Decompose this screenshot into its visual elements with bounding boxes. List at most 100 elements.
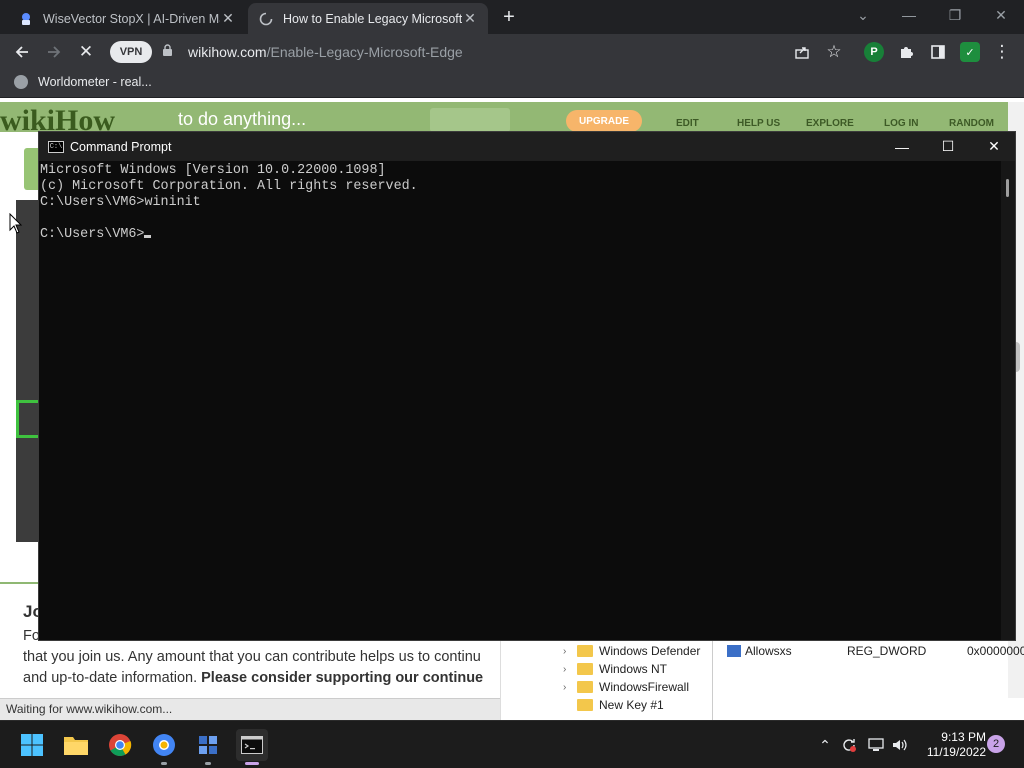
globe-icon xyxy=(14,75,28,89)
registry-editor-icon[interactable] xyxy=(192,729,224,765)
console-prompt-line: C:\Users\VM6> xyxy=(40,227,1003,243)
cmd-console-output[interactable]: Microsoft Windows [Version 10.0.22000.10… xyxy=(39,161,1003,640)
folder-icon xyxy=(577,699,593,711)
clock-date: 11/19/2022 xyxy=(926,745,986,759)
running-indicator xyxy=(205,762,211,765)
stop-loading-icon[interactable]: ✕ xyxy=(72,38,100,66)
sync-alert-icon[interactable] xyxy=(839,735,859,755)
shield-check-icon[interactable]: ✓ xyxy=(960,42,980,62)
close-window-icon[interactable]: ✕ xyxy=(978,0,1024,30)
tab-wisevector[interactable]: WiseVector StopX | AI-Driven Ma ✕ xyxy=(8,3,246,34)
console-line: C:\Users\VM6>wininit xyxy=(40,195,201,210)
donate-line-3-text: and up-to-date information. xyxy=(23,670,202,686)
side-panel-icon[interactable] xyxy=(924,38,952,66)
registry-key-label: New Key #1 xyxy=(599,698,664,712)
maximize-icon[interactable]: ☐ xyxy=(925,132,971,161)
registry-key-windows-nt[interactable]: › Windows NT xyxy=(563,662,667,676)
search-button[interactable] xyxy=(430,108,510,132)
forward-icon[interactable] xyxy=(40,38,68,66)
folder-icon xyxy=(577,681,593,693)
registry-tree: › Windows Defender › Windows NT › WindowsFi… xyxy=(553,638,713,720)
registry-editor-window: › Windows Defender › Windows NT › WindowsFi… xyxy=(500,638,1024,720)
chevron-right-icon[interactable]: › xyxy=(563,664,573,675)
tab-title: How to Enable Legacy Microsoft xyxy=(283,11,462,26)
chevron-right-icon[interactable]: › xyxy=(563,682,573,693)
command-prompt-window[interactable]: C:\ Command Prompt — ☐ ✕ Microsoft Windo… xyxy=(38,131,1016,641)
registry-value-row[interactable]: Allowsxs xyxy=(727,644,792,658)
file-explorer-icon[interactable] xyxy=(60,729,92,761)
bookmark-star-icon[interactable]: ☆ xyxy=(820,38,848,66)
wikihow-header: wikiHow to do anything... UPGRADE EDIT H… xyxy=(0,102,1008,137)
nav-edit[interactable]: EDIT xyxy=(676,118,699,129)
close-tab-icon[interactable]: ✕ xyxy=(462,10,478,27)
registry-key-label: Windows NT xyxy=(599,662,668,676)
nav-help-us[interactable]: HELP US xyxy=(737,118,780,129)
cmd-window-title: Command Prompt xyxy=(70,139,172,154)
registry-key-windowsfirewall[interactable]: › WindowsFirewall xyxy=(563,680,689,694)
nav-log-in[interactable]: LOG IN xyxy=(884,118,918,129)
extension-p-icon[interactable]: P xyxy=(864,42,884,62)
windows-taskbar: ⌃ 9:13 PM 11/19/2022 2 xyxy=(0,720,1024,768)
registry-value-type: REG_DWORD xyxy=(847,644,927,658)
command-prompt-taskbar-icon[interactable] xyxy=(236,729,268,765)
menu-kebab-icon[interactable]: ⋮ xyxy=(988,38,1016,66)
wisevector-icon xyxy=(18,11,34,27)
nav-explore[interactable]: EXPLORE xyxy=(806,118,854,129)
new-tab-button[interactable]: + xyxy=(498,6,520,28)
chrome-icon[interactable] xyxy=(104,729,136,761)
notification-badge[interactable]: 2 xyxy=(987,735,1005,753)
registry-value-data: 0x0000000 xyxy=(967,644,1024,658)
wikihow-tagline: to do anything... xyxy=(178,109,307,129)
tab-title: WiseVector StopX | AI-Driven Ma xyxy=(43,11,220,26)
bookmarks-bar: Worldometer - real... xyxy=(0,70,1024,98)
chrome-profile-icon[interactable] xyxy=(148,729,180,765)
browser-status-bar: Waiting for www.wikihow.com... xyxy=(0,698,500,720)
url-host: wikihow.com xyxy=(188,44,267,60)
text-cursor xyxy=(144,235,152,238)
mouse-cursor-icon xyxy=(9,213,23,234)
browser-tab-strip: WiseVector StopX | AI-Driven Ma ✕ How to… xyxy=(0,0,1024,34)
folder-icon xyxy=(577,645,593,657)
nav-random[interactable]: RANDOM xyxy=(949,118,994,129)
folder-icon xyxy=(577,663,593,675)
console-prompt: C:\Users\VM6> xyxy=(40,227,145,242)
registry-key-new-key[interactable]: New Key #1 xyxy=(563,698,664,712)
bookmark-worldometer[interactable]: Worldometer - real... xyxy=(14,75,152,89)
close-icon[interactable]: ✕ xyxy=(971,132,1017,161)
cmd-title-bar[interactable]: C:\ Command Prompt — ☐ ✕ xyxy=(39,132,1015,161)
tab-wikihow[interactable]: How to Enable Legacy Microsoft ✕ xyxy=(248,3,488,34)
active-indicator xyxy=(245,762,259,765)
restore-icon[interactable]: ❐ xyxy=(932,0,978,30)
registry-value-name: Allowsxs xyxy=(745,644,792,658)
extensions-puzzle-icon[interactable] xyxy=(892,38,920,66)
console-line: (c) Microsoft Corporation. All rights re… xyxy=(40,179,418,194)
start-windows-icon[interactable] xyxy=(16,729,48,761)
minimize-icon[interactable]: — xyxy=(879,132,925,161)
bookmark-label: Worldometer - real... xyxy=(38,75,152,89)
clock-time: 9:13 PM xyxy=(941,730,986,744)
dword-icon xyxy=(727,645,741,657)
registry-key-windows-defender[interactable]: › Windows Defender xyxy=(563,644,700,658)
donate-line-2: that you join us. Any amount that you ca… xyxy=(23,649,481,665)
cmd-scrollbar[interactable] xyxy=(1001,161,1015,640)
upgrade-button[interactable]: UPGRADE xyxy=(566,110,642,132)
minimize-icon[interactable]: — xyxy=(886,0,932,30)
registry-key-label: Windows Defender xyxy=(599,644,701,658)
chevron-right-icon[interactable]: › xyxy=(563,646,573,657)
url-path: /Enable-Legacy-Microsoft-Edge xyxy=(266,44,463,60)
lock-icon xyxy=(162,44,176,60)
close-tab-icon[interactable]: ✕ xyxy=(220,10,236,27)
donate-line-3: and up-to-date information. Please consi… xyxy=(23,670,503,686)
scrollbar-thumb[interactable] xyxy=(1006,179,1009,197)
system-clock[interactable]: 9:13 PM 11/19/2022 xyxy=(912,730,986,760)
vpn-badge[interactable]: VPN xyxy=(110,41,152,63)
chevron-up-icon[interactable]: ⌃ xyxy=(815,735,835,755)
address-bar[interactable]: wikihow.com/Enable-Legacy-Microsoft-Edge xyxy=(156,38,856,66)
back-icon[interactable] xyxy=(8,38,36,66)
volume-icon[interactable] xyxy=(890,735,910,755)
share-icon[interactable] xyxy=(788,38,816,66)
console-line: Microsoft Windows [Version 10.0.22000.10… xyxy=(40,163,386,178)
tab-search-icon[interactable]: ⌄ xyxy=(840,0,886,30)
network-icon[interactable] xyxy=(866,735,886,755)
